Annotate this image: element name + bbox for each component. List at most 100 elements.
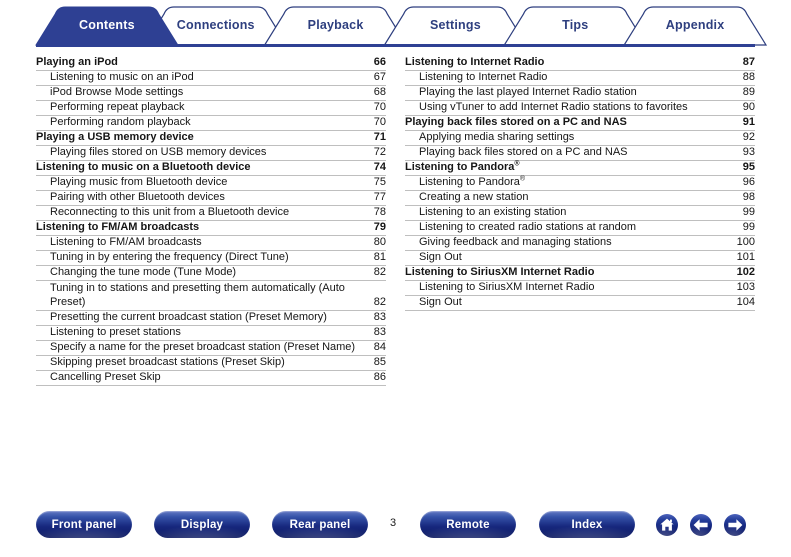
toc-entry-page: 83 bbox=[373, 326, 386, 339]
toc-entry[interactable]: Sign Out 101 bbox=[405, 251, 755, 266]
remote-label: Remote bbox=[446, 518, 490, 531]
toc-entry[interactable]: Tuning in by entering the frequency (Dir… bbox=[36, 251, 386, 266]
toc-entry[interactable]: Performing random playback 70 bbox=[36, 116, 386, 131]
toc-entry-page: 74 bbox=[373, 161, 386, 174]
home-icon[interactable] bbox=[656, 514, 678, 536]
toc-entry-page: 72 bbox=[373, 146, 386, 159]
toc-entry[interactable]: Listening to music on an iPod 67 bbox=[36, 71, 386, 86]
toc-entry[interactable]: Playing the last played Internet Radio s… bbox=[405, 86, 755, 101]
toc-entry-title: Listening to SiriusXM Internet Radio bbox=[405, 266, 595, 279]
toc-entry[interactable]: Listening to FM/AM broadcasts 79 bbox=[36, 221, 386, 236]
toc-entry-page: 79 bbox=[373, 221, 386, 234]
toc-entry-page: 93 bbox=[742, 146, 755, 159]
toc-entry[interactable]: Giving feedback and managing stations 100 bbox=[405, 236, 755, 251]
toc-entry-page: 101 bbox=[736, 251, 755, 264]
toc-entry[interactable]: Applying media sharing settings 92 bbox=[405, 131, 755, 146]
toc-entry[interactable]: Reconnecting to this unit from a Bluetoo… bbox=[36, 206, 386, 221]
toc-entry-title: Tuning in by entering the frequency (Dir… bbox=[50, 251, 289, 264]
toc-entry[interactable]: Performing repeat playback 70 bbox=[36, 101, 386, 116]
toc-entry-title: Listening to Internet Radio bbox=[405, 56, 545, 69]
arrow-left-glyph bbox=[693, 519, 708, 531]
index-label: Index bbox=[571, 518, 603, 531]
remote-button[interactable]: Remote bbox=[420, 511, 516, 538]
toc-entry-page: 98 bbox=[742, 191, 755, 204]
arrow-left-icon[interactable] bbox=[690, 514, 712, 536]
toc-entry-title: Specify a name for the preset broadcast … bbox=[50, 341, 356, 354]
toc-entry-page: 66 bbox=[373, 56, 386, 69]
toc-entry[interactable]: Listening to music on a Bluetooth device… bbox=[36, 161, 386, 176]
toc-entry-title: Playing the last played Internet Radio s… bbox=[419, 86, 637, 99]
tab-appendix[interactable]: Appendix bbox=[666, 18, 725, 32]
toc-entry[interactable]: Playing a USB memory device 71 bbox=[36, 131, 386, 146]
toc-entry-title: Listening to Pandora® bbox=[405, 160, 520, 174]
toc-entry-title: Creating a new station bbox=[419, 191, 529, 204]
toc-entry[interactable]: Playing an iPod 66 bbox=[36, 56, 386, 71]
toc-entry-page: 90 bbox=[742, 101, 755, 114]
toc-entry-page: 81 bbox=[373, 251, 386, 264]
toc-entry-title: Playing an iPod bbox=[36, 56, 118, 69]
toc-entry[interactable]: Pairing with other Bluetooth devices 77 bbox=[36, 191, 386, 206]
toc-entry[interactable]: Specify a name for the preset broadcast … bbox=[36, 341, 386, 356]
toc-entry[interactable]: Playing files stored on USB memory devic… bbox=[36, 146, 386, 161]
tab-contents[interactable]: Contents bbox=[79, 18, 135, 32]
toc-entry-page: 86 bbox=[373, 371, 386, 384]
toc-entry-page: 99 bbox=[742, 221, 755, 234]
tab-playback[interactable]: Playback bbox=[308, 18, 364, 32]
display-label: Display bbox=[180, 518, 224, 531]
index-button[interactable]: Index bbox=[539, 511, 635, 538]
toc-entry[interactable]: Listening to SiriusXM Internet Radio 103 bbox=[405, 281, 755, 296]
toc-entry-page: 96 bbox=[742, 176, 755, 189]
front-panel-button[interactable]: Front panel bbox=[36, 511, 132, 538]
toc-entry[interactable]: Presetting the current broadcast station… bbox=[36, 311, 386, 326]
toc-entry[interactable]: Listening to Pandora® 95 bbox=[405, 160, 755, 176]
toc-entry[interactable]: Skipping preset broadcast stations (Pres… bbox=[36, 356, 386, 371]
toc-entry-title: Playing files stored on USB memory devic… bbox=[50, 146, 267, 159]
toc-entry[interactable]: Playing back files stored on a PC and NA… bbox=[405, 146, 755, 161]
toc-entry-title: Sign Out bbox=[419, 251, 462, 264]
toc-entry-page: 84 bbox=[373, 341, 386, 354]
toc-entry[interactable]: Listening to FM/AM broadcasts 80 bbox=[36, 236, 386, 251]
toc-entry[interactable]: Listening to SiriusXM Internet Radio 102 bbox=[405, 266, 755, 281]
tab-settings[interactable]: Settings bbox=[430, 18, 481, 32]
rear-panel-button[interactable]: Rear panel bbox=[272, 511, 368, 538]
toc-entry-page: 78 bbox=[373, 206, 386, 219]
toc-entry[interactable]: Playing music from Bluetooth device 75 bbox=[36, 176, 386, 191]
toc-entry[interactable]: iPod Browse Mode settings 68 bbox=[36, 86, 386, 101]
toc-entry[interactable]: Playing back files stored on a PC and NA… bbox=[405, 116, 755, 131]
toc-entry-page: 70 bbox=[373, 116, 386, 129]
toc-entry-page: 75 bbox=[373, 176, 386, 189]
toc-entry-title: Cancelling Preset Skip bbox=[50, 371, 161, 384]
footer-navigation: Front panel Display Rear panel 3 Remote … bbox=[0, 505, 791, 557]
display-button[interactable]: Display bbox=[154, 511, 250, 538]
toc-entry[interactable]: Listening to Pandora® 96 bbox=[405, 175, 755, 191]
toc-entry[interactable]: Using vTuner to add Internet Radio stati… bbox=[405, 101, 755, 116]
toc-entry[interactable]: Listening to an existing station 99 bbox=[405, 206, 755, 221]
toc-entry-title: Listening to music on a Bluetooth device bbox=[36, 161, 251, 174]
toc-entry-title: Presetting the current broadcast station… bbox=[50, 311, 327, 324]
toc-entry-page: 99 bbox=[742, 206, 755, 219]
toc-entry-title: Listening to SiriusXM Internet Radio bbox=[419, 281, 595, 294]
toc-entry-page: 83 bbox=[373, 311, 386, 324]
toc-entry-title: Playing music from Bluetooth device bbox=[50, 176, 228, 189]
toc-entry-page: 68 bbox=[373, 86, 386, 99]
toc-entry-title: Listening to music on an iPod bbox=[50, 71, 194, 84]
toc-entry-page: 88 bbox=[742, 71, 755, 84]
toc-entry[interactable]: Listening to Internet Radio 87 bbox=[405, 56, 755, 71]
toc-entry[interactable]: Sign Out 104 bbox=[405, 296, 755, 311]
toc-entry[interactable]: Listening to preset stations 83 bbox=[36, 326, 386, 341]
page-number: 3 bbox=[389, 517, 397, 529]
registered-mark: ® bbox=[519, 175, 526, 183]
toc-column-left: Playing an iPod 66 Listening to music on a… bbox=[36, 56, 386, 386]
toc-entry[interactable]: Creating a new station 98 bbox=[405, 191, 755, 206]
tab-connections[interactable]: Connections bbox=[177, 18, 255, 32]
toc-entry-page: 82 bbox=[373, 266, 386, 279]
toc-entry-page: 91 bbox=[742, 116, 755, 129]
toc-entry[interactable]: Changing the tune mode (Tune Mode) 82 bbox=[36, 266, 386, 281]
toc-entry[interactable]: Listening to created radio stations at r… bbox=[405, 221, 755, 236]
tab-tips[interactable]: Tips bbox=[562, 18, 588, 32]
arrow-right-icon[interactable] bbox=[724, 514, 746, 536]
toc-entry[interactable]: Listening to Internet Radio 88 bbox=[405, 71, 755, 86]
toc-entry[interactable]: Tuning in to stations and presetting the… bbox=[36, 281, 386, 311]
home-glyph bbox=[660, 518, 674, 531]
toc-entry[interactable]: Cancelling Preset Skip 86 bbox=[36, 371, 386, 386]
